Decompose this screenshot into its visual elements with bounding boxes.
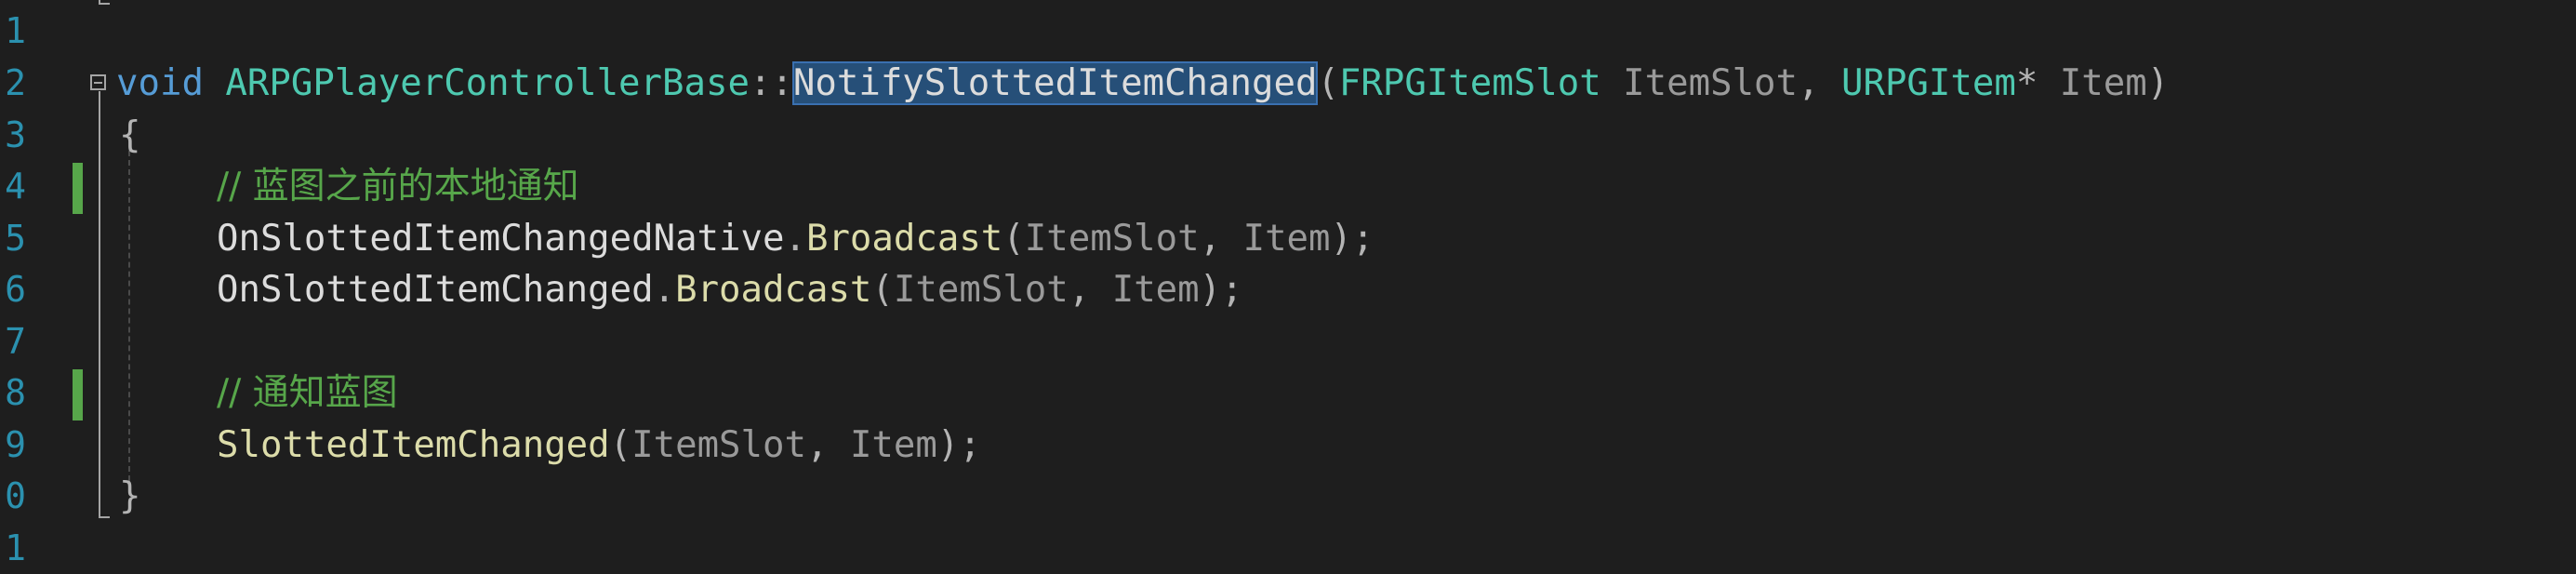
selected-method-name[interactable]: NotifySlottedItemChanged	[791, 61, 1319, 105]
class-name: ARPGPlayerControllerBase	[225, 62, 750, 104]
line-number: 9	[5, 424, 26, 465]
open-paren: (	[1317, 62, 1339, 104]
line-number: 6	[5, 269, 26, 310]
code-line-2[interactable]: void ARPGPlayerControllerBase::NotifySlo…	[116, 58, 2169, 109]
open-brace: {	[119, 114, 141, 156]
change-indicator	[73, 163, 83, 214]
close-paren: )	[2146, 62, 2170, 104]
line-number: 5	[5, 218, 26, 259]
comma: ,	[1068, 269, 1091, 311]
close-brace: }	[119, 475, 141, 517]
dot: .	[784, 218, 806, 260]
fold-outline-foot	[99, 516, 110, 518]
keyword-void: void	[116, 62, 204, 104]
line-number: 4	[5, 166, 26, 207]
indent-guide	[128, 151, 130, 481]
arg-name: ItemSlot	[631, 424, 806, 466]
close-paren: );	[1199, 269, 1243, 311]
param-name: Item	[2059, 62, 2147, 104]
comment: // 蓝图之前的本地通知	[217, 166, 579, 207]
function-call: Broadcast	[805, 218, 1003, 260]
change-indicator	[73, 369, 83, 420]
code-line-4[interactable]: // 蓝图之前的本地通知	[217, 161, 579, 212]
object-name: OnSlottedItemChangedNative	[217, 218, 785, 260]
collapse-icon[interactable]	[90, 74, 106, 90]
pointer-star: *	[2015, 62, 2038, 104]
arg-name: Item	[1111, 269, 1200, 311]
code-line-10[interactable]: }	[119, 471, 140, 522]
arg-name: ItemSlot	[1024, 218, 1200, 260]
code-line-3[interactable]: {	[119, 110, 140, 161]
comment: // 通知蓝图	[217, 372, 398, 414]
line-number: 0	[5, 475, 26, 516]
param-name: ItemSlot	[1623, 62, 1799, 104]
dot: .	[653, 269, 676, 311]
scope-operator: ::	[749, 62, 793, 104]
param-type: FRPGItemSlot	[1338, 62, 1601, 104]
code-editor[interactable]: 1 2 3 4 5 6 7 8 9 0 1 void ARPGPlayerCon…	[0, 0, 2576, 568]
param-type: URPGItem	[1840, 62, 2016, 104]
code-line-9[interactable]: SlottedItemChanged(ItemSlot, Item);	[217, 420, 981, 471]
object-name: OnSlottedItemChanged	[217, 269, 654, 311]
close-paren: );	[1330, 218, 1374, 260]
fold-outline-foot	[99, 3, 110, 5]
code-line-6[interactable]: OnSlottedItemChanged.Broadcast(ItemSlot,…	[217, 264, 1243, 315]
comma: ,	[805, 424, 829, 466]
arg-name: Item	[1242, 218, 1331, 260]
close-paren: );	[936, 424, 981, 466]
open-paren: (	[609, 424, 632, 466]
line-number: 8	[5, 372, 26, 413]
line-number: 7	[5, 321, 26, 362]
arg-name: ItemSlot	[893, 269, 1069, 311]
code-line-8[interactable]: // 通知蓝图	[217, 367, 398, 419]
open-paren: (	[871, 269, 894, 311]
function-call: SlottedItemChanged	[217, 424, 610, 466]
line-number: 1	[5, 10, 26, 51]
fold-outline-line	[99, 91, 100, 517]
code-line-5[interactable]: OnSlottedItemChangedNative.Broadcast(Ite…	[217, 213, 1374, 264]
line-number: 3	[5, 114, 26, 155]
line-number: 2	[5, 62, 26, 103]
comma: ,	[1798, 62, 1820, 104]
open-paren: (	[1003, 218, 1025, 260]
function-call: Broadcast	[675, 269, 872, 311]
arg-name: Item	[849, 424, 937, 466]
comma: ,	[1199, 218, 1222, 260]
